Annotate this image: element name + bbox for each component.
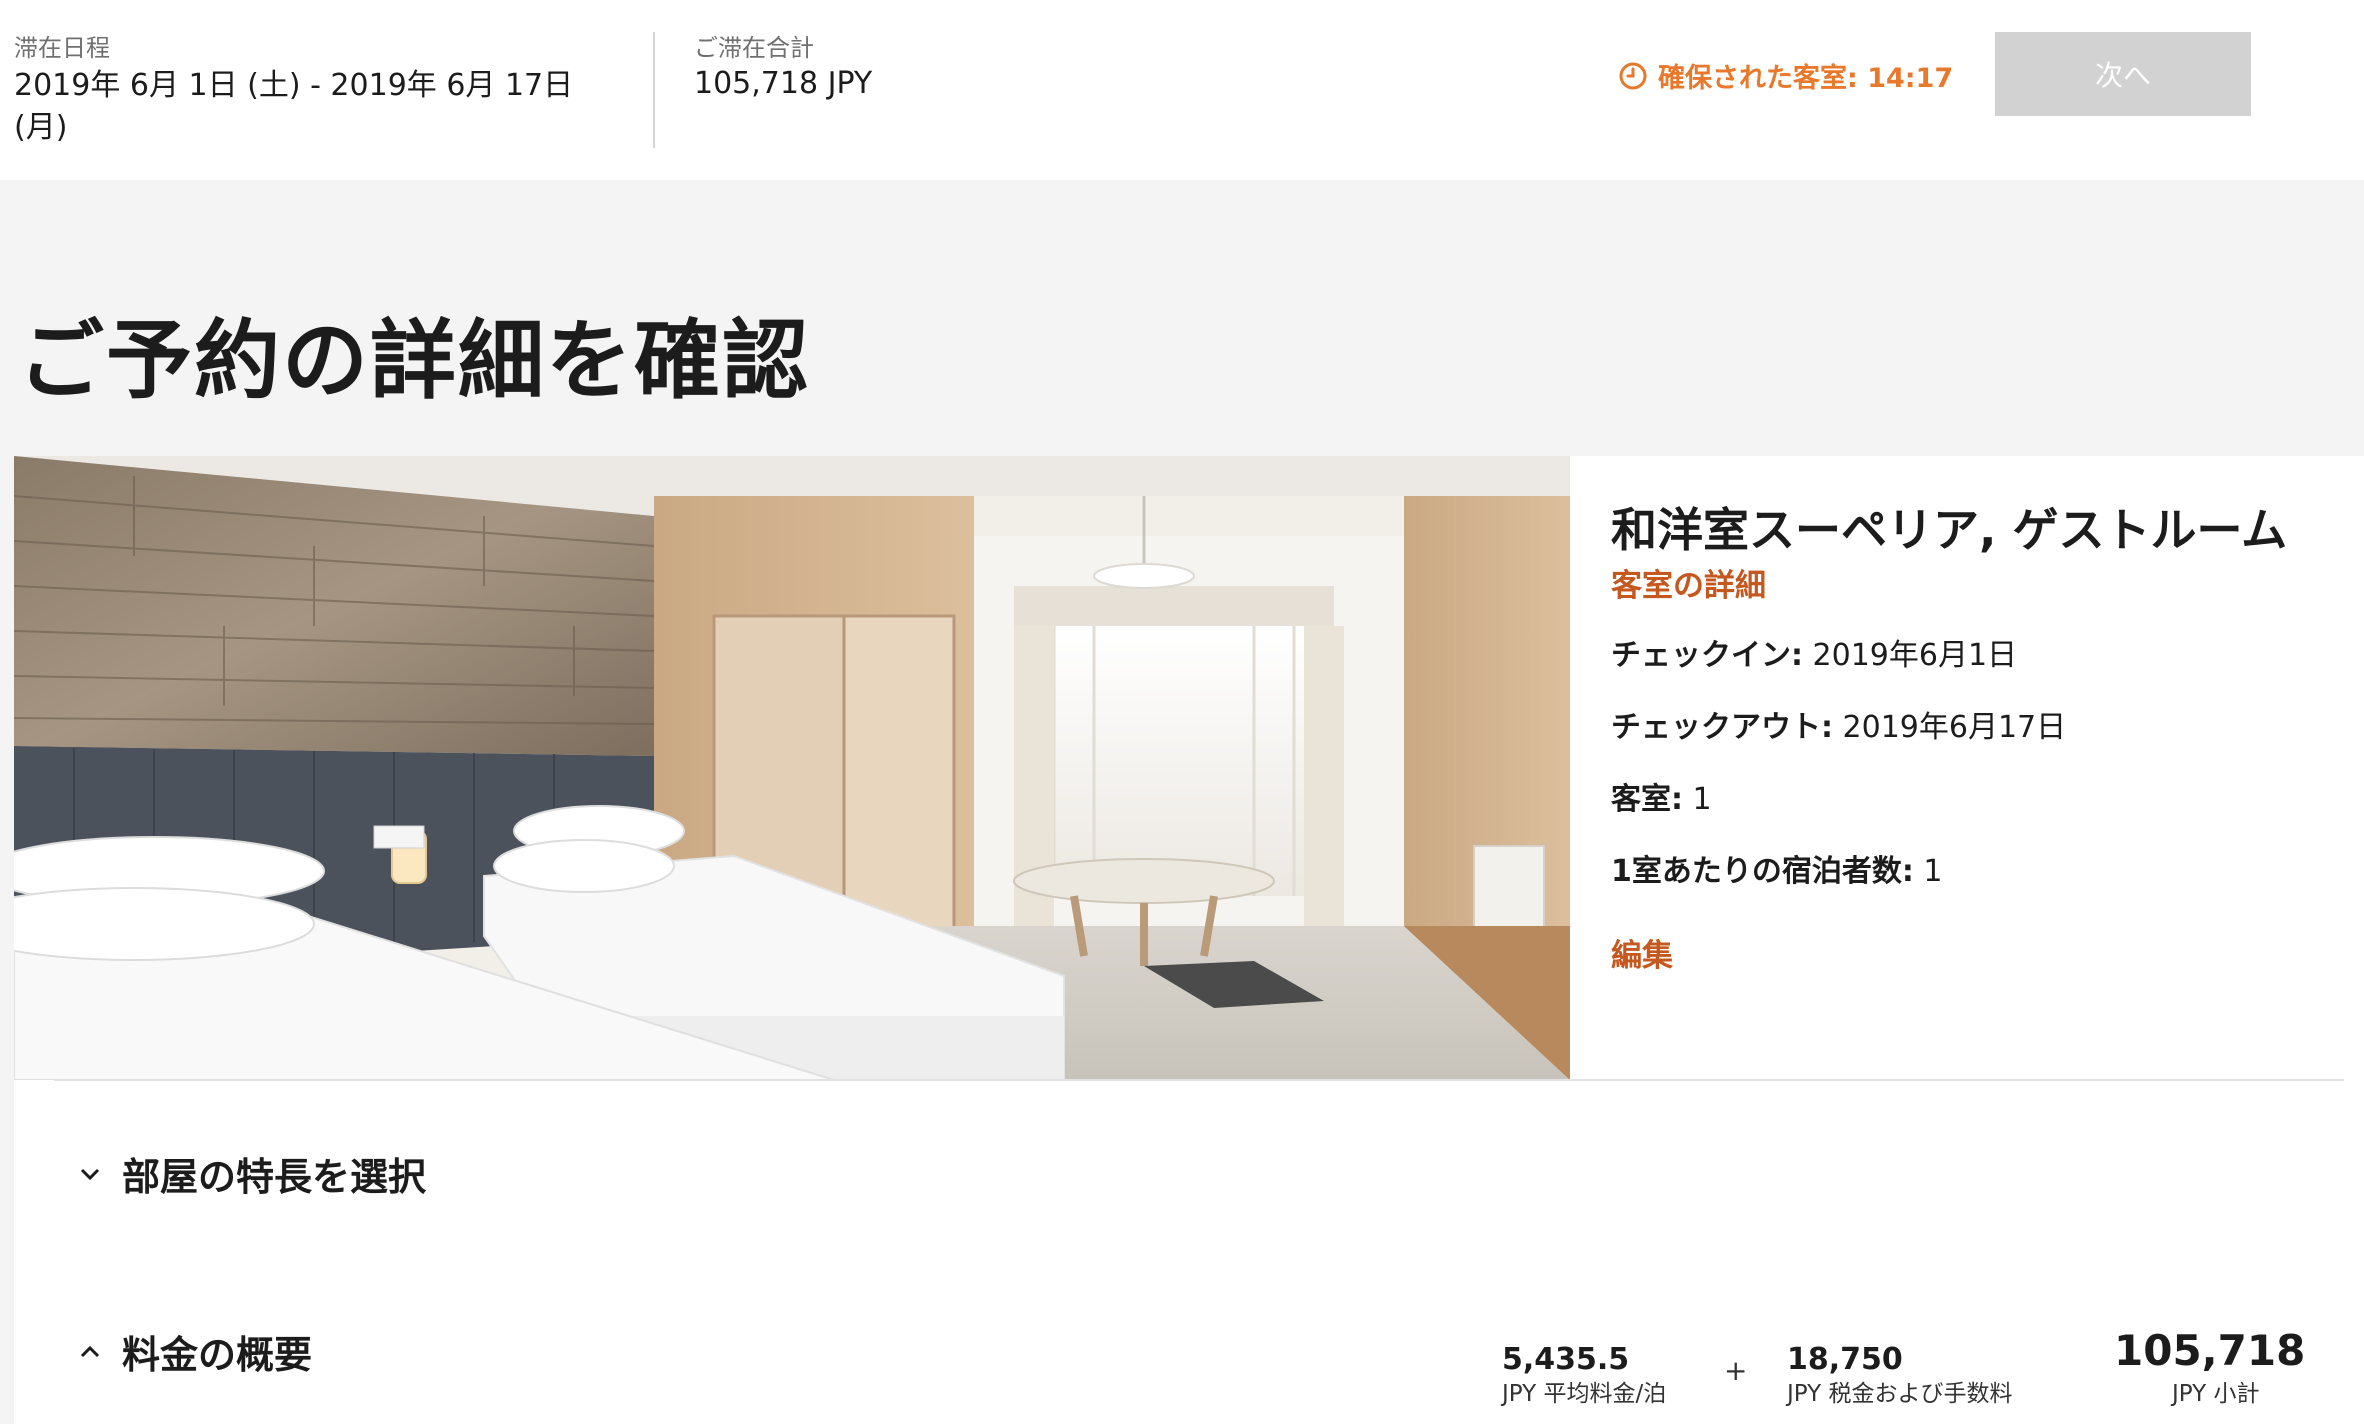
checkin-row: チェックイン: 2019年6月1日 <box>1611 630 2017 674</box>
room-name: 和洋室スーペリア, ゲストルーム <box>1611 503 2288 557</box>
next-button[interactable]: 次へ <box>1995 32 2251 116</box>
subtotal-label: JPY 小計 <box>2172 1381 2260 1407</box>
checkin-value: 2019年6月1日 <box>1803 638 2018 673</box>
room-card: 和洋室スーペリア, ゲストルーム 客室の詳細 チェックイン: 2019年6月1日… <box>14 456 2364 1424</box>
avg-rate-value: 5,435.5 <box>1502 1342 1630 1377</box>
stay-total-label: ご滞在合計 <box>694 34 814 62</box>
stay-dates-label: 滞在日程 <box>14 34 110 62</box>
edit-link[interactable]: 編集 <box>1611 930 1673 975</box>
checkin-label: チェックイン: <box>1611 638 1803 673</box>
room-details-link[interactable]: 客室の詳細 <box>1611 560 1766 605</box>
features-section-toggle[interactable]: 部屋の特長を選択 <box>72 1146 426 1201</box>
plus-sign: + <box>1724 1354 1748 1387</box>
stay-dates-value-cont: (月) <box>14 110 68 145</box>
subtotal-value: 105,718 <box>2114 1326 2306 1375</box>
features-section-title: 部屋の特長を選択 <box>122 1155 427 1199</box>
chevron-down-icon <box>80 1168 100 1180</box>
stay-total-value: 105,718 JPY <box>694 66 873 101</box>
rooms-row: 客室: 1 <box>1611 774 1712 818</box>
page-title: ご予約の詳細を確認 <box>18 311 810 411</box>
guests-value: 1 <box>1913 854 1943 889</box>
timer-text: 確保された客室: 14:17 <box>1658 63 1954 94</box>
summary-section-title: 料金の概要 <box>122 1333 313 1377</box>
room-hold-timer: 確保された客室: 14:17 <box>1618 56 1953 95</box>
header-divider <box>653 32 655 148</box>
stay-dates-value: 2019年 6月 1日 (土) - 2019年 6月 17日 <box>14 68 574 103</box>
clock-icon <box>1619 62 1647 89</box>
card-divider <box>54 1079 2344 1081</box>
checkout-label: チェックアウト: <box>1611 710 1833 745</box>
summary-section-toggle[interactable]: 料金の概要 <box>72 1324 312 1379</box>
avg-rate-label: JPY 平均料金/泊 <box>1502 1381 1667 1407</box>
checkout-row: チェックアウト: 2019年6月17日 <box>1611 702 2066 746</box>
tax-label: JPY 税金および手数料 <box>1787 1381 2013 1407</box>
chevron-up-icon <box>80 1345 100 1357</box>
tax-value: 18,750 <box>1787 1342 1903 1377</box>
rooms-value: 1 <box>1683 782 1712 817</box>
rooms-label: 客室: <box>1611 782 1683 817</box>
guests-label: 1室あたりの宿泊者数: <box>1611 854 1914 889</box>
room-photo <box>14 456 1570 1080</box>
guests-row: 1室あたりの宿泊者数: 1 <box>1611 846 1943 890</box>
stay-summary-bar: 滞在日程 2019年 6月 1日 (土) - 2019年 6月 17日 (月) … <box>0 0 2364 180</box>
checkout-value: 2019年6月17日 <box>1833 710 2067 745</box>
